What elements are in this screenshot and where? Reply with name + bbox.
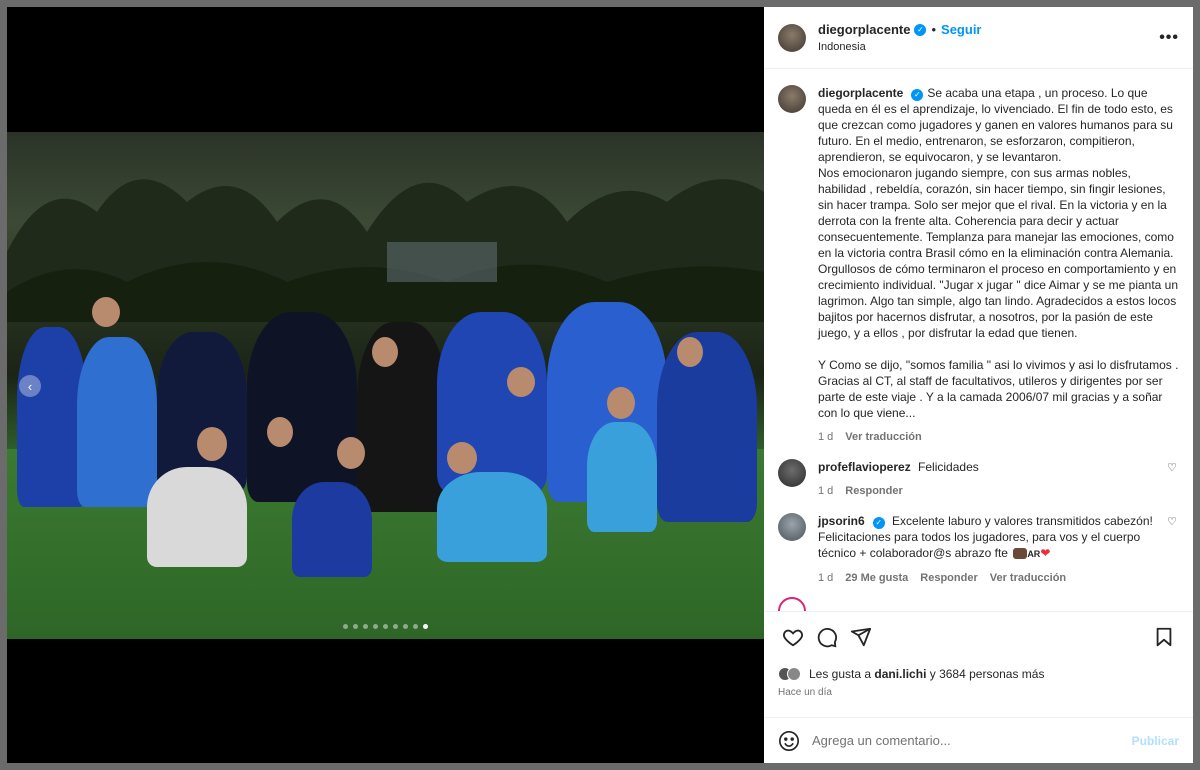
player-figure (657, 332, 757, 522)
verified-badge-icon: ✓ (911, 89, 924, 101)
verified-badge-icon: ✓ (872, 517, 885, 529)
commenter-username[interactable]: profeflavioperez (818, 460, 911, 474)
argentina-flag-icon: AR (1027, 549, 1041, 559)
publish-button[interactable]: Publicar (1132, 734, 1179, 748)
follow-button[interactable]: Seguir (941, 22, 981, 37)
player-head (267, 417, 293, 447)
carousel-dot (353, 624, 358, 629)
caption-author[interactable]: diegorplacente (818, 86, 903, 100)
post-actions (764, 611, 1193, 661)
player-figure (357, 322, 447, 512)
post-side-panel: diegorplacente ✓ • Seguir Indonesia ••• … (764, 7, 1193, 763)
comment-text: Excelente laburo y valores transmitidos … (818, 514, 1153, 560)
comment-likes-count[interactable]: 29 Me gusta (845, 570, 908, 586)
player-figure (247, 312, 357, 502)
reply-button[interactable]: Responder (845, 483, 902, 499)
author-avatar[interactable] (778, 23, 806, 52)
trees-background (7, 179, 764, 322)
add-comment-bar: Publicar (764, 717, 1193, 763)
player-head (197, 427, 227, 461)
player-head (607, 387, 635, 419)
reply-button[interactable]: Responder (920, 570, 977, 586)
player-figure (292, 482, 372, 577)
comment-time: 1 d (818, 485, 834, 497)
next-commenter-avatar[interactable] (778, 597, 806, 611)
comment-item: jpsorin6 ✓ Excelente laburo y valores tra… (778, 513, 1179, 586)
player-head (447, 442, 477, 474)
player-head (677, 337, 703, 367)
see-translation-link[interactable]: Ver traducción (845, 429, 921, 445)
likes-summary[interactable]: Les gusta a dani.lichi y 3684 personas m… (764, 661, 1193, 687)
comment-item: profeflavioperez Felicidades 1 d Respond… (778, 459, 1179, 499)
likes-prefix: Les gusta a (809, 667, 875, 681)
author-avatar[interactable] (778, 85, 806, 113)
liker-avatar (787, 667, 801, 681)
like-comment-icon[interactable]: ♡ (1165, 515, 1179, 586)
liker-username[interactable]: dani.lichi (874, 667, 926, 681)
carousel-prev-button[interactable]: ‹ (19, 375, 41, 397)
like-comment-icon[interactable]: ♡ (1165, 461, 1179, 499)
comments-list[interactable]: diegorplacente ✓ Se acaba una etapa , un p… (764, 69, 1193, 611)
carousel-dot (373, 624, 378, 629)
carousel-dot (413, 624, 418, 629)
emoji-picker-icon[interactable] (778, 730, 800, 752)
verified-badge-icon: ✓ (914, 23, 927, 36)
post-header: diegorplacente ✓ • Seguir Indonesia ••• (764, 7, 1193, 69)
player-figure (147, 467, 247, 567)
see-translation-link[interactable]: Ver traducción (990, 570, 1066, 586)
carousel-dot (363, 624, 368, 629)
player-head (92, 297, 120, 327)
comment-icon[interactable] (810, 620, 844, 654)
caption-time: 1 d (818, 431, 834, 443)
caption-row: diegorplacente ✓ Se acaba una etapa , un p… (778, 85, 1179, 445)
separator-dot: • (931, 22, 937, 37)
comment-text: Felicidades (918, 460, 979, 474)
post-modal: ‹ diegorplacente ✓ • Seguir Indonesia ••… (7, 7, 1193, 763)
author-username[interactable]: diegorplacente (818, 22, 910, 37)
commenter-avatar[interactable] (778, 459, 806, 487)
comment-time: 1 d (818, 572, 834, 584)
post-location[interactable]: Indonesia (818, 41, 1159, 53)
likes-suffix[interactable]: y 3684 personas más (926, 667, 1045, 681)
muscle-emoji-icon (1013, 548, 1028, 560)
share-icon[interactable] (844, 620, 878, 654)
carousel-dot (393, 624, 398, 629)
player-figure (77, 337, 157, 507)
comment-input[interactable] (812, 733, 1132, 748)
player-head (507, 367, 535, 397)
like-post-icon[interactable] (776, 620, 810, 654)
red-heart-emoji-icon: ❤ (1040, 546, 1051, 560)
more-options-icon[interactable]: ••• (1159, 29, 1179, 47)
save-bookmark-icon[interactable] (1147, 620, 1181, 654)
carousel-dots (7, 624, 764, 629)
carousel-dot (403, 624, 408, 629)
carousel-dot (423, 624, 428, 629)
carousel-dot (343, 624, 348, 629)
player-figure (587, 422, 657, 532)
player-head (337, 437, 365, 469)
player-figure (437, 472, 547, 562)
post-time: Hace un día (778, 687, 832, 698)
player-head (372, 337, 398, 367)
commenter-avatar[interactable] (778, 513, 806, 541)
post-caption: Se acaba una etapa , un proceso. Lo que … (818, 86, 1179, 420)
post-media: ‹ (7, 7, 764, 763)
carousel-dot (383, 624, 388, 629)
commenter-username[interactable]: jpsorin6 (818, 514, 865, 528)
team-photo (7, 132, 764, 639)
